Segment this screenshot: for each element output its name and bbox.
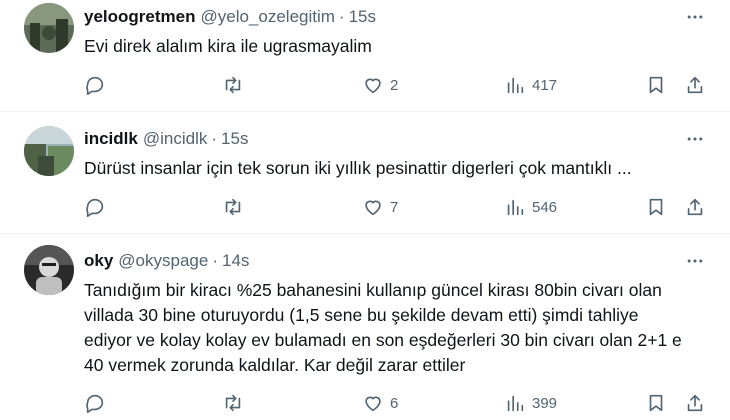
reply-icon (86, 198, 104, 217)
view-count: 546 (532, 198, 558, 216)
tweet-text-line: ediyor ve kolay kolay ev bulamadı en son… (84, 330, 682, 350)
tweet[interactable]: oky @okyspage · 14s Tanıdığım bir kiracı… (0, 235, 730, 420)
separator-dot: · (212, 251, 218, 270)
bookmark-icon (649, 394, 663, 412)
retweet-icon (225, 198, 241, 216)
tweet-body: oky @okyspage · 14s Tanıdığım bir kiracı… (84, 250, 710, 378)
share-icon (687, 198, 703, 216)
retweet-icon (225, 76, 241, 94)
bookmark-icon (649, 76, 663, 94)
more-options-button[interactable] (680, 246, 710, 276)
heart-icon (365, 200, 381, 216)
like-count: 6 (390, 394, 399, 412)
views-button[interactable]: 399 (504, 388, 557, 418)
share-icon (687, 394, 703, 412)
reply-button[interactable] (84, 70, 106, 100)
like-button[interactable]: 2 (362, 70, 398, 100)
display-name[interactable]: yeloogretmen (84, 6, 195, 28)
bookmark-button[interactable] (645, 70, 667, 100)
tweet-text-line: villada 30 bine oturuyordu (1,5 sene bu … (84, 305, 639, 325)
more-dots-icon (687, 15, 703, 19)
tweet[interactable]: incidlk @incidlk · 15s Dürüst insanlar i… (0, 113, 730, 234)
views-chart-icon (507, 395, 524, 412)
share-button[interactable] (684, 70, 706, 100)
bookmark-icon (649, 198, 663, 216)
tweet-text-line: Dürüst insanlar için tek sorun iki yıllı… (84, 158, 632, 178)
tweet-text-line: Evi direk alalım kira ile ugrasmayalim (84, 36, 372, 56)
timestamp[interactable]: 14s (222, 250, 249, 272)
avatar[interactable] (24, 126, 74, 176)
tweet-body: incidlk @incidlk · 15s Dürüst insanlar i… (84, 128, 710, 181)
timestamp[interactable]: 15s (221, 128, 248, 150)
tweet-actions: 7 546 (84, 192, 710, 222)
avatar[interactable] (24, 245, 74, 295)
views-chart-icon (507, 199, 524, 216)
bookmark-button[interactable] (645, 192, 667, 222)
share-button[interactable] (684, 192, 706, 222)
like-count: 7 (390, 198, 399, 216)
bookmark-button[interactable] (645, 388, 667, 418)
user-handle[interactable]: @yelo_ozelegitim (200, 6, 334, 28)
heart-icon (365, 78, 381, 94)
user-handle[interactable]: @incidlk (143, 128, 208, 150)
user-handle[interactable]: @okyspage (118, 250, 208, 272)
retweet-button[interactable] (222, 388, 244, 418)
tweet-header: incidlk @incidlk · 15s (84, 128, 710, 150)
timestamp[interactable]: 15s (349, 6, 376, 28)
retweet-button[interactable] (222, 70, 244, 100)
more-options-button[interactable] (680, 2, 710, 32)
more-dots-icon (687, 137, 703, 141)
view-count: 399 (532, 394, 558, 412)
more-options-button[interactable] (680, 124, 710, 154)
like-button[interactable]: 7 (362, 192, 398, 222)
tweet-text: Evi direk alalım kira ile ugrasmayalim (84, 34, 710, 59)
views-chart-icon (507, 77, 524, 94)
avatar[interactable] (24, 3, 74, 53)
share-icon (687, 76, 703, 94)
retweet-icon (225, 394, 241, 412)
tweet-actions: 2 417 (84, 70, 710, 100)
tweet-header: oky @okyspage · 14s (84, 250, 710, 272)
tweet-text-line: 40 vermek zorunda kaldılar. Kar değil za… (84, 355, 466, 375)
tweet-header: yeloogretmen @yelo_ozelegitim · 15s (84, 6, 710, 28)
reply-button[interactable] (84, 192, 106, 222)
tweet[interactable]: yeloogretmen @yelo_ozelegitim · 15s Evi … (0, 0, 730, 112)
like-button[interactable]: 6 (362, 388, 398, 418)
separator-dot: · (338, 7, 345, 26)
tweet-feed: yeloogretmen @yelo_ozelegitim · 15s Evi … (0, 0, 730, 420)
reply-icon (86, 76, 104, 95)
reply-button[interactable] (84, 388, 106, 418)
retweet-button[interactable] (222, 192, 244, 222)
view-count: 417 (532, 76, 558, 94)
display-name[interactable]: oky (84, 250, 113, 272)
heart-icon (365, 396, 381, 412)
more-dots-icon (687, 259, 703, 263)
share-button[interactable] (684, 388, 706, 418)
reply-icon (86, 394, 104, 413)
tweet-actions: 6 399 (84, 388, 710, 418)
views-button[interactable]: 546 (504, 192, 557, 222)
tweet-body: yeloogretmen @yelo_ozelegitim · 15s Evi … (84, 6, 710, 59)
separator-dot: · (211, 129, 218, 148)
tweet-text: Tanıdığım bir kiracı %25 bahanesini kull… (84, 278, 710, 378)
display-name[interactable]: incidlk (84, 128, 138, 150)
views-button[interactable]: 417 (504, 70, 557, 100)
tweet-text-line: Tanıdığım bir kiracı %25 bahanesini kull… (84, 280, 662, 300)
like-count: 2 (390, 76, 399, 94)
tweet-text: Dürüst insanlar için tek sorun iki yıllı… (84, 156, 710, 181)
